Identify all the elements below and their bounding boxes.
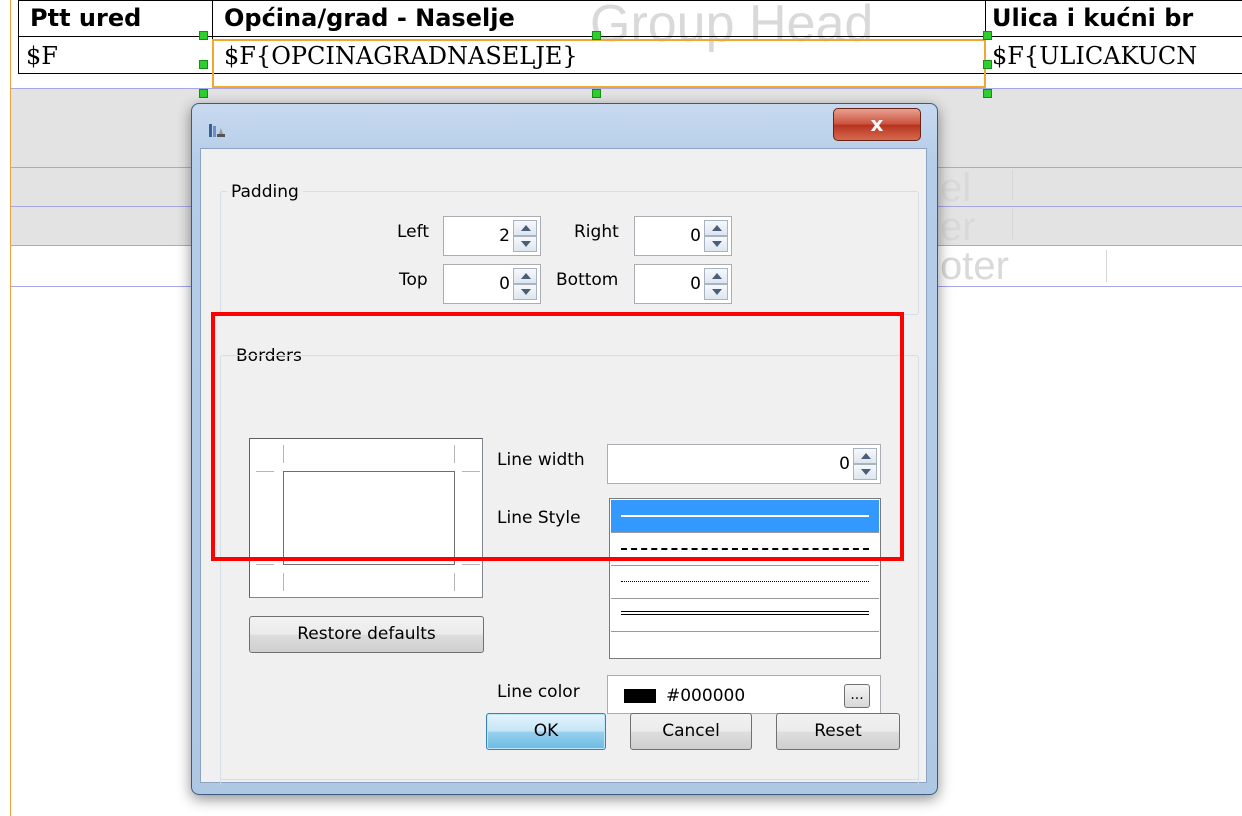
padding-top-label: Top bbox=[399, 270, 428, 290]
cancel-button[interactable]: Cancel bbox=[630, 713, 752, 750]
resize-handle[interactable] bbox=[592, 89, 601, 98]
padding-bottom-label: Bottom bbox=[556, 270, 619, 290]
padding-top-spinner[interactable]: 0 bbox=[443, 264, 541, 304]
ghost-footer-label: oter bbox=[940, 244, 1009, 288]
spin-up-icon[interactable] bbox=[704, 268, 728, 284]
ok-button[interactable]: OK bbox=[486, 713, 606, 750]
table-line bbox=[18, 0, 1242, 1]
resize-handle[interactable] bbox=[199, 60, 208, 69]
padding-left-value: 2 bbox=[499, 226, 510, 246]
color-picker-button[interactable]: ... bbox=[844, 684, 870, 708]
resize-handle[interactable] bbox=[592, 31, 601, 40]
padding-right-spinner[interactable]: 0 bbox=[634, 216, 732, 256]
padding-left-spinner[interactable]: 2 bbox=[443, 216, 541, 256]
resize-handle[interactable] bbox=[983, 31, 992, 40]
padding-bottom-spinner[interactable]: 0 bbox=[634, 264, 732, 304]
preview-corner-tick bbox=[256, 564, 274, 565]
line-color-label: Line color bbox=[497, 682, 580, 702]
resize-handle[interactable] bbox=[983, 89, 992, 98]
spin-up-icon[interactable] bbox=[704, 220, 728, 236]
padding-left-label: Left bbox=[397, 222, 429, 242]
spin-down-icon[interactable] bbox=[513, 284, 537, 300]
spin-up-icon[interactable] bbox=[513, 268, 537, 284]
line-style-none[interactable] bbox=[611, 632, 879, 658]
header-cell-opcina[interactable]: Općina/grad - Naselje bbox=[224, 3, 624, 34]
resize-handle[interactable] bbox=[983, 60, 992, 69]
header-cell-ulica[interactable]: Ulica i kućni br bbox=[992, 3, 1242, 34]
table-line bbox=[18, 0, 19, 74]
preview-corner-tick bbox=[462, 564, 480, 565]
line-style-dotted[interactable] bbox=[611, 566, 879, 598]
padding-right-label: Right bbox=[574, 222, 619, 242]
resize-handle[interactable] bbox=[199, 31, 208, 40]
padding-group bbox=[220, 191, 919, 315]
color-swatch bbox=[624, 689, 656, 703]
padding-bottom-value: 0 bbox=[690, 274, 701, 294]
detail-cell-ptt[interactable]: $F bbox=[26, 41, 206, 71]
selected-field-outline bbox=[212, 39, 986, 88]
spin-down-icon[interactable] bbox=[704, 236, 728, 252]
ghost-divider bbox=[1012, 209, 1013, 239]
header-cell-ptt[interactable]: Ptt ured bbox=[30, 3, 206, 34]
dialog-titlebar[interactable]: x bbox=[192, 104, 937, 148]
reset-button[interactable]: Reset bbox=[776, 713, 900, 750]
padding-top-value: 0 bbox=[499, 274, 510, 294]
preview-corner-tick bbox=[454, 573, 455, 591]
line-color-value: #000000 bbox=[666, 686, 746, 706]
padding-group-title: Padding bbox=[227, 182, 303, 202]
spin-up-icon[interactable] bbox=[513, 220, 537, 236]
spin-down-icon[interactable] bbox=[513, 236, 537, 252]
resize-handle[interactable] bbox=[199, 89, 208, 98]
highlight-annotation bbox=[211, 312, 904, 561]
ghost-divider bbox=[1012, 170, 1013, 200]
app-icon bbox=[209, 124, 225, 137]
detail-cell-ulica[interactable]: $F{ULICAKUCN bbox=[992, 41, 1242, 71]
restore-defaults-button[interactable]: Restore defaults bbox=[249, 616, 484, 653]
line-style-double[interactable] bbox=[611, 599, 879, 631]
ghost-divider bbox=[1106, 250, 1107, 282]
close-button[interactable]: x bbox=[833, 108, 921, 141]
preview-corner-tick bbox=[283, 573, 284, 591]
spin-down-icon[interactable] bbox=[704, 284, 728, 300]
line-color-field[interactable]: #000000 ... bbox=[607, 675, 881, 714]
padding-right-value: 0 bbox=[690, 226, 701, 246]
